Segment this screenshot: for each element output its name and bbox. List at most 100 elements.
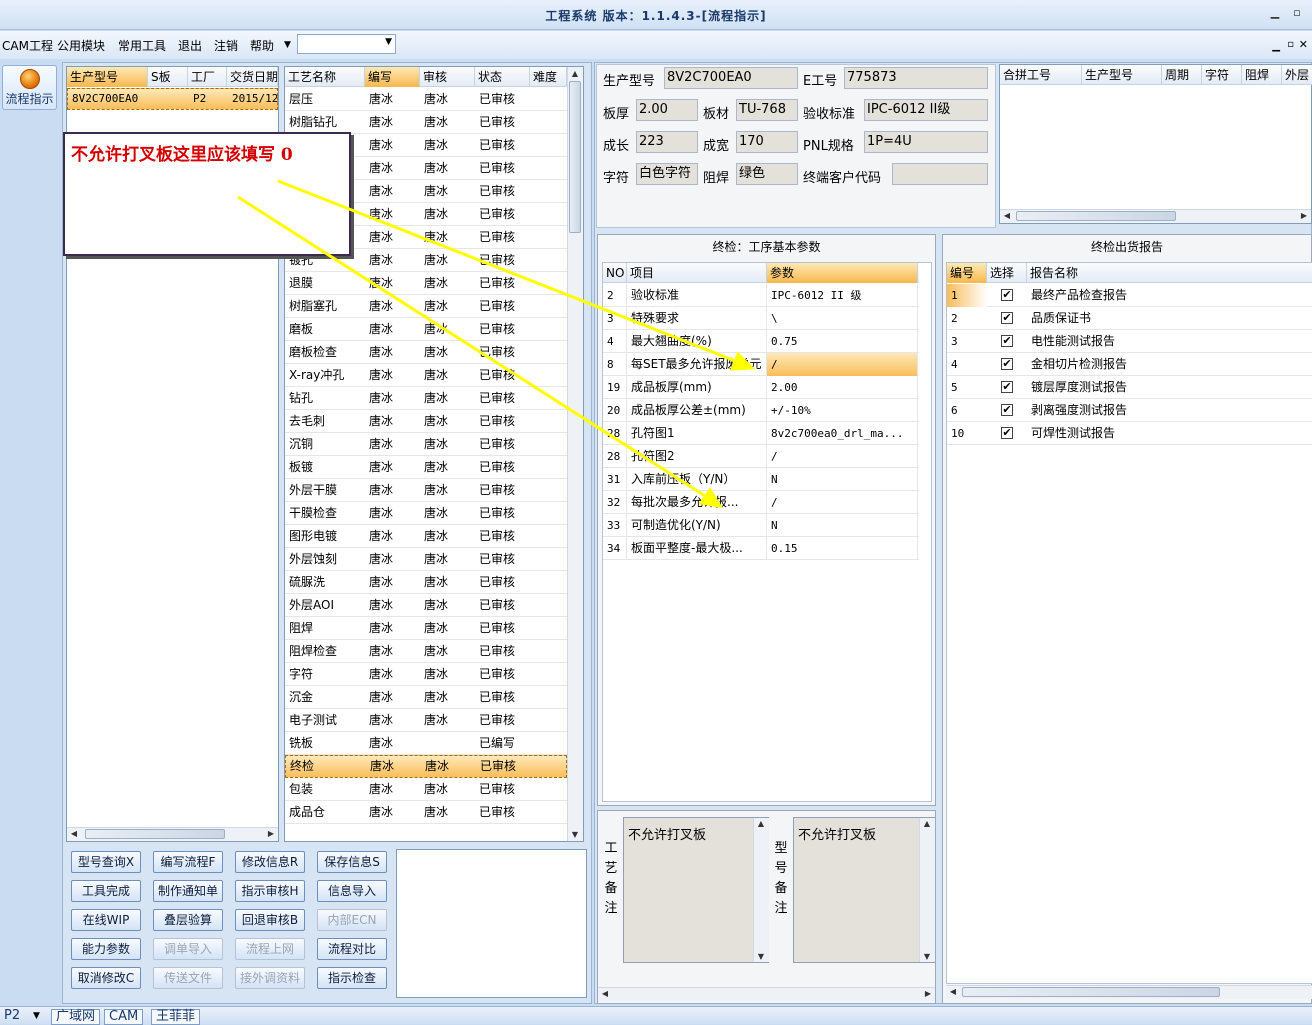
- scroll-thumb[interactable]: [85, 829, 225, 839]
- param-value-cell[interactable]: /: [767, 353, 918, 376]
- col-report-no[interactable]: 编号: [947, 263, 987, 283]
- menu-combo[interactable]: ▼: [297, 34, 396, 54]
- param-value-cell[interactable]: N: [767, 468, 918, 491]
- table-row[interactable]: 板镀 唐冰 唐冰 已审核: [285, 456, 567, 479]
- merge-table-hscrollbar[interactable]: ◀ ▶: [1000, 209, 1311, 223]
- model-remark-field[interactable]: 不允许打叉板: [793, 817, 935, 963]
- model-remark-scrollbar[interactable]: ▲ ▼: [919, 818, 935, 962]
- col-merge-cycle[interactable]: 周期: [1162, 65, 1202, 85]
- table-row[interactable]: 10 ✔ 可焊性测试报告: [947, 422, 1312, 445]
- param-value-cell[interactable]: 0.15: [767, 537, 918, 560]
- scroll-thumb[interactable]: [1016, 211, 1176, 221]
- param-value-cell[interactable]: N: [767, 514, 918, 537]
- scroll-down-icon[interactable]: ▼: [920, 952, 934, 961]
- width-field[interactable]: 170: [736, 131, 798, 153]
- table-row[interactable]: 外层AOI 唐冰 唐冰 已审核: [285, 594, 567, 617]
- status-factory[interactable]: P2: [0, 1009, 24, 1025]
- mdi-close-icon[interactable]: ✕: [1299, 38, 1308, 51]
- table-row[interactable]: 4 最大翘曲度(%) 0.75: [603, 330, 919, 353]
- col-no[interactable]: NO: [603, 263, 627, 283]
- col-writer[interactable]: 编写: [365, 67, 420, 87]
- col-factory[interactable]: 工厂: [188, 67, 227, 87]
- report-checkbox[interactable]: ✔: [1001, 404, 1013, 416]
- scroll-left-icon[interactable]: ◀: [598, 989, 612, 998]
- param-value-cell[interactable]: /: [767, 445, 918, 468]
- flow-indicator-button[interactable]: 流程指示: [2, 65, 57, 110]
- report-checkbox[interactable]: ✔: [1001, 358, 1013, 370]
- param-value-cell[interactable]: 8v2c700ea0_drl_ma...: [767, 422, 918, 445]
- table-row[interactable]: 钻孔 唐冰 唐冰 已审核: [285, 387, 567, 410]
- capability-params-button[interactable]: 能力参数: [71, 938, 141, 960]
- table-row[interactable]: 磨板检查 唐冰 唐冰 已审核: [285, 341, 567, 364]
- send-file-button[interactable]: 传送文件: [153, 967, 223, 989]
- scroll-up-icon[interactable]: ▲: [754, 819, 768, 828]
- scroll-right-icon[interactable]: ▶: [921, 989, 935, 998]
- status-tab-cam[interactable]: CAM: [104, 1009, 144, 1025]
- pnl-field[interactable]: 1P=4U: [864, 131, 988, 153]
- table-row[interactable]: 19 成品板厚(mm) 2.00: [603, 376, 919, 399]
- mdi-minimize-icon[interactable]: ▁: [1272, 41, 1280, 52]
- table-row[interactable]: 成品仓 唐冰 唐冰 已审核: [285, 801, 567, 824]
- table-row[interactable]: 退膜 唐冰 唐冰 已审核: [285, 272, 567, 295]
- length-field[interactable]: 223: [636, 131, 698, 153]
- table-row[interactable]: 树脂塞孔 唐冰 唐冰 已审核: [285, 295, 567, 318]
- col-merge-model[interactable]: 生产型号: [1082, 65, 1162, 85]
- scroll-right-icon[interactable]: ▶: [1297, 211, 1311, 220]
- table-row[interactable]: 5 ✔ 镀层厚度测试报告: [947, 376, 1312, 399]
- report-checkbox[interactable]: ✔: [1001, 289, 1013, 301]
- col-merge-mask[interactable]: 阻焊: [1242, 65, 1282, 85]
- col-reviewer[interactable]: 审核: [420, 67, 475, 87]
- col-sboard[interactable]: S板: [148, 67, 188, 87]
- col-model[interactable]: 生产型号: [67, 67, 148, 87]
- col-report-select[interactable]: 选择: [987, 263, 1027, 283]
- scroll-thumb[interactable]: [962, 987, 1220, 997]
- scroll-right-icon[interactable]: ▶: [264, 829, 278, 838]
- col-item[interactable]: 项目: [627, 263, 767, 283]
- report-checkbox[interactable]: ✔: [1001, 381, 1013, 393]
- remarks-hscrollbar[interactable]: ◀ ▶: [598, 987, 935, 1001]
- report-checkbox[interactable]: ✔: [1001, 427, 1013, 439]
- restore-icon[interactable]: ▫: [1290, 6, 1304, 20]
- internal-ecn-button[interactable]: 内部ECN: [317, 909, 387, 931]
- status-tab-wan[interactable]: 广域网: [51, 1009, 101, 1025]
- col-merge-char[interactable]: 字符: [1202, 65, 1242, 85]
- model-query-button[interactable]: 型号查询X: [71, 851, 141, 873]
- stackup-check-button[interactable]: 叠层验算: [153, 909, 223, 931]
- report-hscrollbar[interactable]: ◀: [946, 985, 1312, 999]
- menu-common-module[interactable]: 公用模块: [57, 37, 105, 54]
- make-notice-button[interactable]: 制作通知单: [153, 880, 223, 902]
- flow-compare-button[interactable]: 流程对比: [317, 938, 387, 960]
- table-row[interactable]: 硫脲洗 唐冰 唐冰 已审核: [285, 571, 567, 594]
- table-row[interactable]: 铣板 唐冰 已编写: [285, 732, 567, 755]
- process-remark-scrollbar[interactable]: ▲ ▼: [753, 818, 769, 962]
- save-info-button[interactable]: 保存信息S: [317, 851, 387, 873]
- write-flow-button[interactable]: 编写流程F: [153, 851, 223, 873]
- cancel-modify-button[interactable]: 取消修改C: [71, 967, 141, 989]
- table-row[interactable]: 包装 唐冰 唐冰 已审核: [285, 778, 567, 801]
- model-field[interactable]: 8V2C700EA0: [664, 67, 798, 89]
- table-row[interactable]: 8 每SET最多允许报废单元 /: [603, 353, 919, 376]
- col-status[interactable]: 状态: [475, 67, 530, 87]
- minimize-icon[interactable]: ▁: [1268, 6, 1282, 20]
- table-row[interactable]: X-ray冲孔 唐冰 唐冰 已审核: [285, 364, 567, 387]
- col-param[interactable]: 参数: [767, 263, 918, 283]
- table-row[interactable]: 电子测试 唐冰 唐冰 已审核: [285, 709, 567, 732]
- menu-help[interactable]: 帮助: [250, 37, 274, 54]
- revert-review-button[interactable]: 回退审核B: [235, 909, 305, 931]
- param-value-cell[interactable]: 2.00: [767, 376, 918, 399]
- indication-check-button[interactable]: 指示检查: [317, 967, 387, 989]
- table-row[interactable]: 20 成品板厚公差±(mm) +/-10%: [603, 399, 919, 422]
- info-import-button[interactable]: 信息导入: [317, 880, 387, 902]
- flow-online-button[interactable]: 流程上网: [235, 938, 305, 960]
- scroll-up-icon[interactable]: ▲: [920, 819, 934, 828]
- table-row[interactable]: 3 ✔ 电性能测试报告: [947, 330, 1312, 353]
- table-row[interactable]: 6 ✔ 剥离强度测试报告: [947, 399, 1312, 422]
- table-row[interactable]: 图形电镀 唐冰 唐冰 已审核: [285, 525, 567, 548]
- receive-external-button[interactable]: 接外调资料: [235, 967, 305, 989]
- col-process-name[interactable]: 工艺名称: [285, 67, 365, 87]
- menu-logout[interactable]: 注销: [214, 37, 238, 54]
- scroll-down-icon[interactable]: ▼: [754, 952, 768, 961]
- table-row[interactable]: 阻焊 唐冰 唐冰 已审核: [285, 617, 567, 640]
- scroll-left-icon[interactable]: ◀: [67, 829, 81, 838]
- param-value-cell[interactable]: +/-10%: [767, 399, 918, 422]
